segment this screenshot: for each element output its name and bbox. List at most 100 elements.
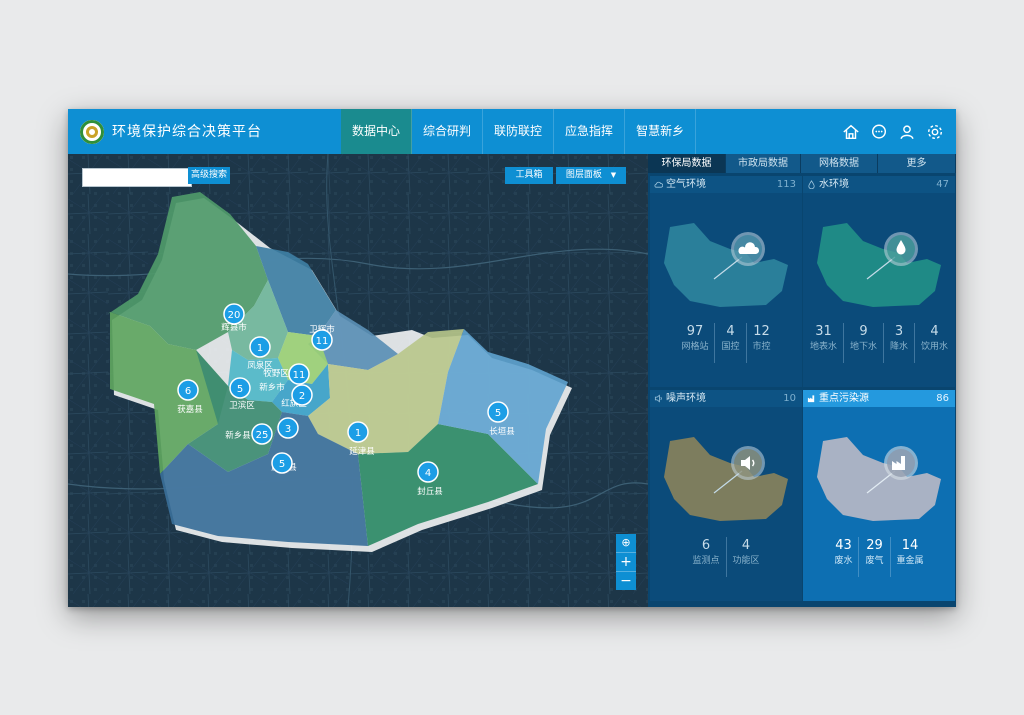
card-water-map — [817, 223, 941, 307]
card-noise-map — [664, 437, 788, 521]
card-pollution-stats: 43 废水 29 废气 14 重金属 — [803, 537, 955, 577]
stat-item: 4 国控 — [714, 323, 745, 363]
nav-data-center[interactable]: 数据中心 — [341, 109, 413, 154]
panel-tabs: 环保局数据 市政局数据 网格数据 更多 — [648, 154, 956, 173]
district-map[interactable]: 辉县市 卫辉市 凤泉区 牧野区 新乡市 卫滨区 红旗区 获嘉县 新乡县 原阳县 … — [68, 154, 648, 607]
marker-weibin: 5 — [229, 377, 251, 399]
speaker-icon — [654, 394, 662, 403]
marker-huojia: 6 — [177, 379, 199, 401]
marker-yanjin: 1 — [347, 421, 369, 443]
marker-muye: 11 — [288, 363, 310, 385]
stat-item: 4 饮用水 — [914, 323, 954, 363]
svg-text:3: 3 — [285, 424, 291, 435]
card-noise-count: 10 — [783, 393, 796, 404]
marker-xinxiang-county: 25 — [251, 423, 273, 445]
nav-emergency[interactable]: 应急指挥 — [554, 109, 626, 154]
main-nav: 数据中心 综合研判 联防联控 应急指挥 智慧新乡 — [341, 109, 697, 154]
svg-text:4: 4 — [425, 468, 431, 479]
stat-item: 6 监测点 — [692, 538, 720, 566]
svg-text:11: 11 — [316, 336, 329, 347]
top-bar: 环境保护综合决策平台 数据中心 综合研判 联防联控 应急指挥 智慧新乡 — [68, 109, 956, 154]
label-muye: 牧野区 — [263, 368, 289, 379]
marker-yuanyang: 5 — [271, 452, 293, 474]
label-xinxiang-county: 新乡县 — [225, 430, 251, 441]
marker-huixian: 20 — [223, 303, 245, 325]
tab-municipal-data[interactable]: 市政局数据 — [726, 154, 801, 173]
card-pollution-sources[interactable]: 重点污染源 86 43 废水 29 废气 14 重金属 — [803, 390, 955, 601]
marker-hongqi: 3 — [277, 417, 299, 439]
nav-analysis[interactable]: 综合研判 — [412, 109, 484, 154]
nav-joint-control[interactable]: 联防联控 — [483, 109, 555, 154]
card-noise[interactable]: 噪声环境 10 6 监测点 4 功能区 — [650, 390, 802, 601]
tab-grid-data[interactable]: 网格数据 — [801, 154, 878, 173]
factory-icon — [807, 395, 815, 403]
label-xinxiang-city: 新乡市 — [259, 382, 285, 393]
locate-icon[interactable]: ⊕ — [616, 534, 636, 553]
home-icon[interactable] — [842, 123, 860, 141]
water-drop-icon — [808, 180, 815, 189]
tab-more[interactable]: 更多 — [878, 154, 956, 173]
stat-item: 3 降水 — [883, 323, 914, 363]
cloud-icon — [654, 181, 663, 188]
card-air-title: 空气环境 — [666, 179, 706, 190]
label-yanjin: 延津县 — [349, 446, 375, 457]
nav-smart-xinxiang[interactable]: 智慧新乡 — [625, 109, 697, 154]
marker-fengqiu: 4 — [417, 461, 439, 483]
layers-panel-button[interactable]: 图层面板 ▼ — [556, 167, 626, 184]
gear-icon[interactable] — [926, 123, 944, 141]
zoom-in-button[interactable]: + — [616, 553, 636, 572]
stat-item: 29 废气 — [858, 537, 889, 577]
card-water[interactable]: 水环境 47 31 地表水 9 地下水 3 降水 4 饮用水 — [803, 176, 955, 387]
layers-panel-label: 图层面板 — [565, 170, 602, 180]
marker-weihui: 11 — [311, 329, 333, 351]
advanced-search-button[interactable]: 高级搜索 — [188, 167, 230, 184]
card-water-header: 水环境 47 — [803, 176, 955, 193]
card-pollution-title: 重点污染源 — [819, 393, 869, 404]
card-water-title: 水环境 — [819, 179, 849, 190]
label-fengqiu: 封丘县 — [417, 486, 443, 497]
stat-item: 12 市控 — [745, 323, 777, 363]
svg-text:6: 6 — [185, 386, 191, 397]
svg-text:1: 1 — [355, 428, 361, 439]
label-weibin: 卫滨区 — [229, 400, 255, 411]
card-water-stats: 31 地表水 9 地下水 3 降水 4 饮用水 — [803, 323, 955, 363]
zoom-out-button[interactable]: − — [616, 572, 636, 590]
card-air-header: 空气环境 113 — [650, 176, 802, 193]
svg-text:1: 1 — [257, 343, 263, 354]
search-input[interactable] — [82, 168, 192, 187]
card-noise-title: 噪声环境 — [666, 393, 706, 404]
card-water-count: 47 — [936, 179, 949, 190]
stat-item: 43 废水 — [834, 538, 853, 566]
logo — [80, 120, 104, 144]
card-air-stats: 97 网格站 4 国控 12 市控 — [650, 323, 802, 363]
card-air[interactable]: 空气环境 113 97 网格站 4 国控 12 市控 — [650, 176, 802, 387]
marker-changyuan: 5 — [487, 401, 509, 423]
svg-text:2: 2 — [299, 391, 305, 402]
card-pollution-count: 86 — [936, 393, 949, 404]
marker-xinxiang-city: 2 — [291, 384, 313, 406]
user-icon[interactable] — [898, 123, 916, 141]
toolbox-button[interactable]: 工具箱 — [505, 167, 553, 184]
svg-text:11: 11 — [293, 370, 306, 381]
chat-icon[interactable] — [870, 123, 888, 141]
card-pollution-map — [817, 437, 941, 521]
svg-text:5: 5 — [495, 408, 501, 419]
top-icons — [842, 123, 944, 141]
label-changyuan: 长垣县 — [489, 426, 515, 437]
app-window: 环境保护综合决策平台 数据中心 综合研判 联防联控 应急指挥 智慧新乡 辉县市 … — [68, 109, 956, 607]
zoom-control: ⊕ + − — [616, 534, 636, 590]
svg-text:5: 5 — [237, 384, 243, 395]
marker-fengquan: 1 — [249, 336, 271, 358]
tab-epb-data[interactable]: 环保局数据 — [648, 154, 726, 173]
label-huojia: 获嘉县 — [177, 404, 203, 415]
card-noise-stats: 6 监测点 4 功能区 — [650, 537, 802, 577]
card-air-count: 113 — [776, 179, 796, 190]
app-title: 环境保护综合决策平台 — [112, 124, 262, 140]
svg-text:25: 25 — [256, 430, 269, 441]
svg-text:20: 20 — [228, 310, 241, 321]
stat-item: 31 地表水 — [809, 324, 837, 352]
data-panel: 环保局数据 市政局数据 网格数据 更多 空气环境 113 97网格站 4国控 — [648, 154, 956, 607]
stat-item: 14 重金属 — [889, 537, 930, 577]
svg-text:5: 5 — [279, 459, 285, 470]
chevron-down-icon: ▼ — [610, 171, 617, 179]
